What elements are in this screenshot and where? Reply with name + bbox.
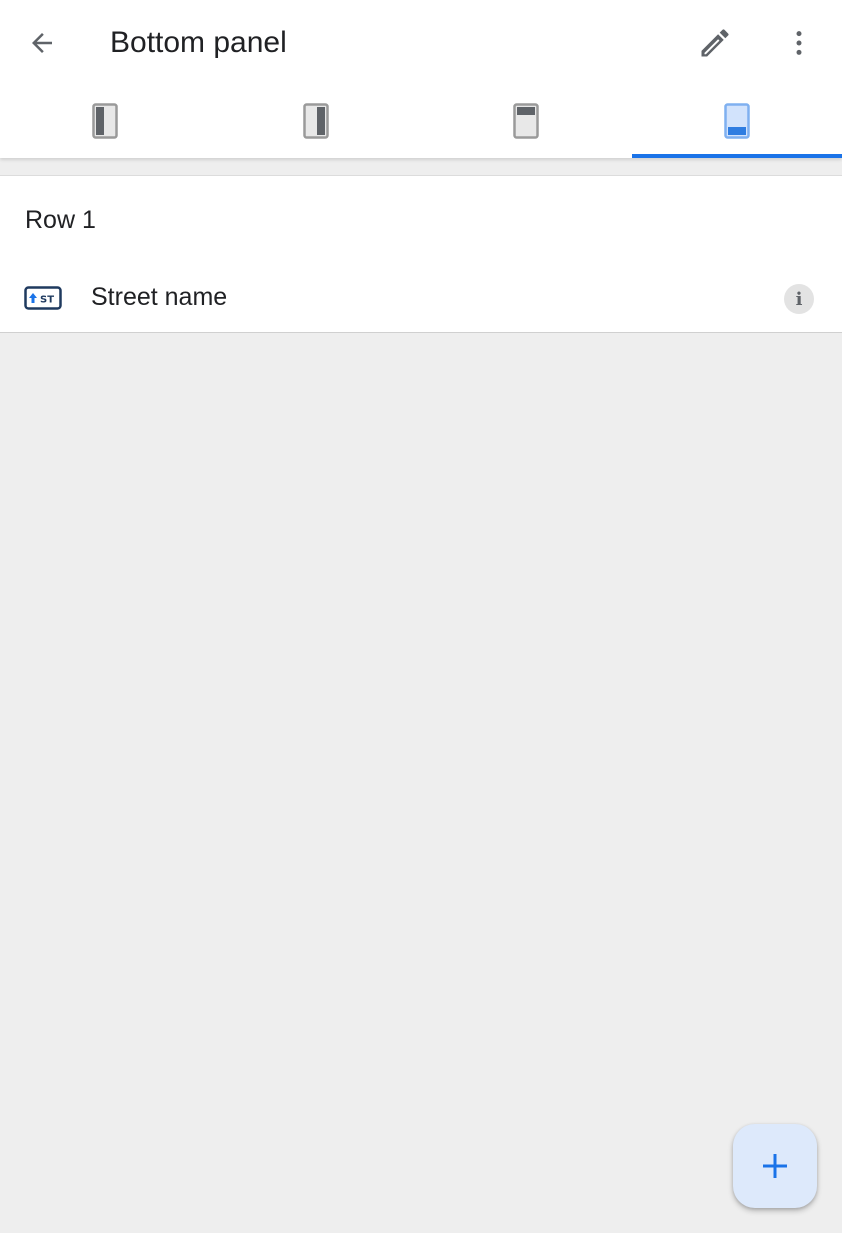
- edit-button[interactable]: [691, 19, 739, 67]
- info-icon[interactable]: i: [784, 284, 814, 314]
- row-section: Row 1 ST Street name i: [0, 175, 842, 333]
- row-header: Row 1: [25, 206, 96, 234]
- more-vert-icon: [796, 31, 802, 55]
- street-name-icon-text: ST: [40, 295, 54, 306]
- layout-tabs: [0, 88, 842, 158]
- tab-top-panel[interactable]: [421, 88, 632, 158]
- plus-icon: [763, 1154, 787, 1178]
- list-item-label: Street name: [91, 283, 228, 311]
- page-title: Bottom panel: [110, 26, 287, 59]
- add-button[interactable]: [733, 1124, 817, 1208]
- list-item-street-name[interactable]: ST Street name i: [0, 264, 842, 332]
- tab-right-panel[interactable]: [211, 88, 422, 158]
- top-bar: Bottom panel: [0, 0, 842, 158]
- right-panel-layout-icon: [303, 103, 329, 139]
- back-button[interactable]: [18, 19, 66, 67]
- top-panel-layout-icon: [513, 103, 539, 139]
- more-options-button[interactable]: [775, 19, 823, 67]
- app-bar: Bottom panel: [0, 0, 842, 88]
- left-panel-layout-icon: [92, 103, 118, 139]
- selected-tab-indicator: [631, 154, 842, 158]
- pencil-icon: [701, 29, 729, 57]
- arrow-back-icon: [32, 33, 52, 53]
- bottom-panel-layout-icon: [724, 103, 750, 139]
- tab-bottom-panel[interactable]: [631, 88, 842, 158]
- street-name-icon: ST: [24, 286, 62, 310]
- tab-left-panel[interactable]: [0, 88, 211, 158]
